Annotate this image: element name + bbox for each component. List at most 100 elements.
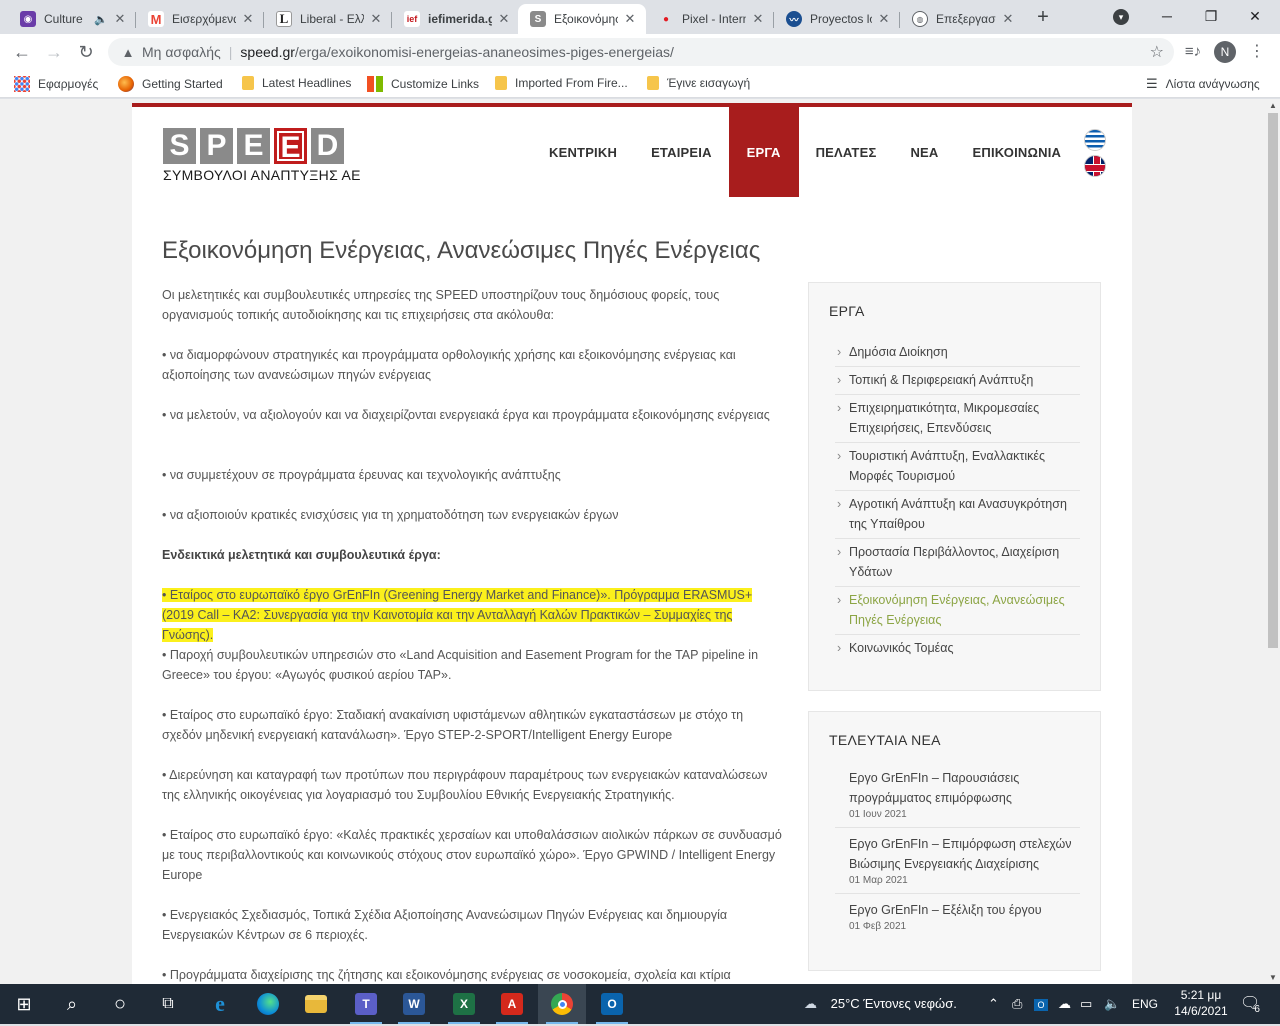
news-item: Εργο GrEnFIn – Παρουσιάσεις προγράμματος…	[835, 762, 1080, 828]
bookmark-customize-links[interactable]: Customize Links	[367, 76, 479, 92]
nav-news[interactable]: ΝΕΑ	[893, 107, 955, 197]
browser-tab[interactable]: L Liberal - Ελλ ✕	[264, 4, 392, 34]
close-tab-icon[interactable]: ✕	[1000, 11, 1016, 27]
system-clock[interactable]: 5:21 μμ 14/6/2021	[1170, 987, 1232, 1019]
browser-tab[interactable]: ◉ Culture 🔈 ✕	[8, 4, 136, 34]
bookmark-latest-headlines[interactable]: Latest Headlines	[242, 76, 351, 90]
url-path: /erga/exoikonomisi-energeias-ananeosimes…	[294, 44, 674, 60]
minimize-button[interactable]: ─	[1144, 0, 1190, 32]
speed-logo[interactable]: S P E E D ΣΥΜΒΟΥΛΟΙ ΑΝΑΠΤΥΞΗΣ ΑΕ	[163, 128, 361, 183]
close-tab-icon[interactable]: ✕	[496, 11, 512, 27]
bookmark-apps[interactable]: Εφαρμογές	[14, 76, 98, 92]
news-link[interactable]: Εργο GrEnFIn – Εξέλιξη του έργου	[849, 900, 1080, 920]
forward-arrow-icon[interactable]: →	[40, 38, 68, 66]
file-explorer-app[interactable]	[292, 984, 340, 1024]
maximize-button[interactable]: ❐	[1188, 0, 1234, 32]
scroll-down-arrow-icon[interactable]: ▼	[1269, 973, 1277, 982]
network-icon[interactable]: ▭	[1080, 984, 1092, 1024]
page-scrollbar[interactable]: ▲ ▼	[1266, 99, 1280, 984]
internet-explorer-app[interactable]: e	[196, 984, 244, 1024]
browser-tab[interactable]: 〰 Proyectos lo ✕	[774, 4, 900, 34]
weather-widget[interactable]: ☁ 25°C Έντονες νεφώσ.	[804, 984, 957, 1024]
scrollbar-thumb[interactable]	[1268, 113, 1278, 648]
close-tab-icon[interactable]: ✕	[112, 11, 128, 27]
tab-title: Εξοικονόμηση	[554, 12, 618, 26]
browser-tab[interactable]: ief iefimerida.gr ✕	[392, 4, 520, 34]
category-link-current[interactable]: Εξοικονόμηση Ενέργειας, Ανανεώσιμες Πηγέ…	[835, 587, 1080, 635]
start-button[interactable]: ⊞	[0, 984, 48, 1024]
nav-company[interactable]: ΕΤΑΙΡΕΙΑ	[634, 107, 729, 197]
security-label[interactable]: Μη ασφαλής	[142, 44, 221, 60]
volume-icon[interactable]: 🔈	[1104, 984, 1120, 1024]
outlook-tray-icon[interactable]: O	[1034, 984, 1048, 1024]
news-item: Εργο GrEnFIn – Εξέλιξη του έργου 01 Φεβ …	[835, 894, 1080, 939]
close-tab-icon[interactable]: ✕	[750, 11, 766, 27]
task-view-button[interactable]: ⧉	[144, 984, 192, 1024]
category-link[interactable]: Τοπική & Περιφερειακή Ανάπτυξη	[835, 367, 1080, 395]
notification-center-icon[interactable]: 🗨6	[1240, 984, 1266, 1024]
menu-kebab-icon[interactable]: ⋮	[1244, 39, 1270, 65]
outlook-app[interactable]: O	[588, 984, 636, 1024]
close-tab-icon[interactable]: ✕	[368, 11, 384, 27]
meet-now-icon[interactable]: ⎙	[1012, 984, 1022, 1024]
excel-app[interactable]: X	[440, 984, 488, 1024]
category-link[interactable]: Προστασία Περιβάλλοντος, Διαχείριση Υδάτ…	[835, 539, 1080, 587]
nav-home[interactable]: ΚΕΝΤΡΙΚΗ	[532, 107, 634, 197]
search-button[interactable]: ⌕	[48, 984, 96, 1024]
media-controls-icon[interactable]: ≡♪	[1180, 39, 1206, 65]
news-link[interactable]: Εργο GrEnFIn – Επιμόρφωση στελεχών Βιώσι…	[849, 834, 1080, 874]
teams-app[interactable]: T	[342, 984, 390, 1024]
uk-flag-icon[interactable]	[1084, 155, 1106, 177]
bookmark-imported[interactable]: Imported From Fire...	[495, 76, 628, 90]
reading-list-button[interactable]: ☰ Λίστα ανάγνωσης	[1146, 76, 1260, 92]
acrobat-app[interactable]: A	[488, 984, 536, 1024]
bookmark-imported-2[interactable]: Έγινε εισαγωγή	[647, 76, 750, 90]
cortana-button[interactable]: ○	[96, 984, 144, 1024]
close-window-button[interactable]: ✕	[1232, 0, 1278, 32]
bullet-paragraph: • να συμμετέχουν σε προγράμματα έρευνας …	[162, 468, 561, 482]
speaker-icon[interactable]: 🔈	[94, 13, 108, 26]
word-icon: W	[403, 993, 425, 1015]
greek-flag-icon[interactable]	[1084, 129, 1106, 151]
tray-chevron-icon[interactable]: ⌃	[988, 984, 999, 1024]
reload-icon[interactable]: ↻	[72, 38, 100, 66]
tab-search-icon[interactable]: ▾	[1098, 0, 1144, 32]
category-link[interactable]: Δημόσια Διοίκηση	[835, 339, 1080, 367]
input-language[interactable]: ENG	[1132, 984, 1158, 1024]
close-tab-icon[interactable]: ✕	[622, 11, 638, 27]
chrome-app[interactable]	[538, 984, 586, 1024]
news-link[interactable]: Εργο GrEnFIn – Παρουσιάσεις προγράμματος…	[849, 768, 1080, 808]
browser-tab[interactable]: ◍ Επεξεργασία ✕	[900, 4, 1024, 34]
close-tab-icon[interactable]: ✕	[240, 11, 256, 27]
logo-subtitle: ΣΥΜΒΟΥΛΟΙ ΑΝΑΠΤΥΞΗΣ ΑΕ	[163, 167, 361, 183]
nav-contact[interactable]: ΕΠΙΚΟΙΝΩΝΙΑ	[956, 107, 1079, 197]
browser-tab[interactable]: M Εισερχόμενα ✕	[136, 4, 264, 34]
folder-icon	[495, 76, 507, 90]
scroll-up-arrow-icon[interactable]: ▲	[1269, 101, 1277, 110]
address-bar[interactable]: ▲ Μη ασφαλής | speed.gr/erga/exoikonomis…	[108, 38, 1174, 66]
nav-projects[interactable]: ΕΡΓΑ	[728, 107, 799, 197]
category-link[interactable]: Επιχειρηματικότητα, Μικρομεσαίες Επιχειρ…	[835, 395, 1080, 443]
profile-avatar[interactable]: N	[1214, 41, 1236, 63]
browser-toolbar: ← → ↻ ▲ Μη ασφαλής | speed.gr/erga/exoik…	[0, 34, 1280, 70]
close-tab-icon[interactable]: ✕	[876, 11, 892, 27]
warning-triangle-icon[interactable]: ▲	[120, 45, 136, 60]
back-arrow-icon[interactable]: ←	[8, 38, 36, 66]
highlighted-project: • Εταίρος στο ευρωπαϊκό έργο GrEnFIn (Gr…	[162, 585, 782, 645]
bookmark-getting-started[interactable]: Getting Started	[118, 76, 223, 92]
category-link[interactable]: Αγροτική Ανάπτυξη και Ανασυγκρότηση της …	[835, 491, 1080, 539]
browser-tab[interactable]: ● Pixel - Intern ✕	[646, 4, 774, 34]
bookmark-star-icon[interactable]: ☆	[1150, 42, 1164, 62]
new-tab-button[interactable]: +	[1030, 6, 1056, 30]
tab-title: Εισερχόμενα	[172, 12, 236, 26]
acrobat-icon: A	[501, 993, 523, 1015]
nav-clients[interactable]: ΠΕΛΑΤΕΣ	[799, 107, 894, 197]
browser-tab-active[interactable]: S Εξοικονόμηση ✕	[518, 4, 646, 34]
clock-date: 14/6/2021	[1174, 1004, 1228, 1018]
category-link[interactable]: Τουριστική Ανάπτυξη, Εναλλακτικές Μορφές…	[835, 443, 1080, 491]
word-app[interactable]: W	[390, 984, 438, 1024]
project-item: • Παροχή συμβουλευτικών υπηρεσιών στο «L…	[162, 648, 759, 682]
onedrive-icon[interactable]: ☁	[1058, 984, 1071, 1024]
category-link[interactable]: Κοινωνικός Τομέας	[835, 635, 1080, 662]
edge-app[interactable]	[244, 984, 292, 1024]
